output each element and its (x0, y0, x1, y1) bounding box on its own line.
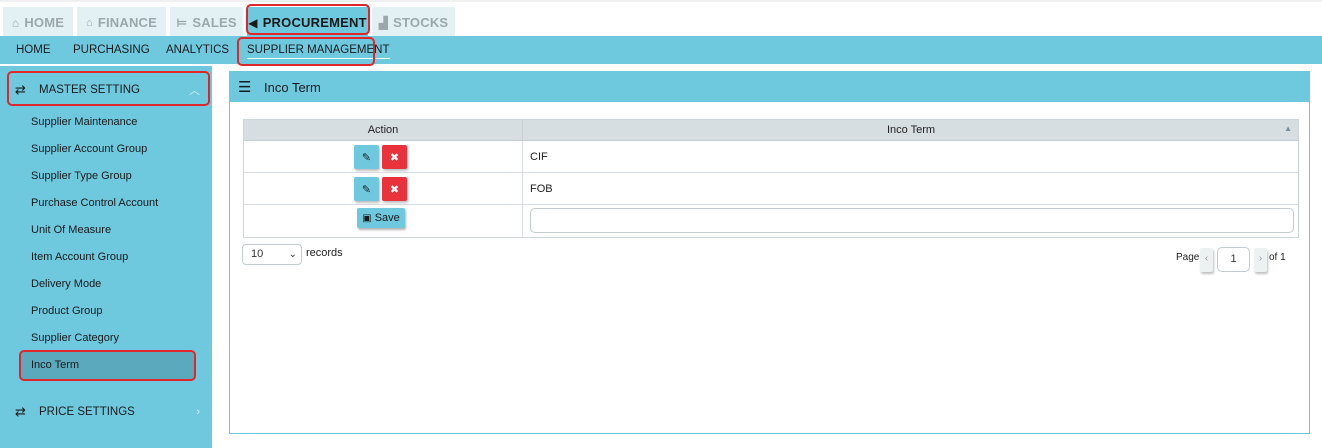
tab-procurement-label: PROCUREMENT (262, 15, 367, 30)
records-label: records (306, 247, 343, 259)
column-header-inco-term[interactable]: Inco Term (524, 120, 1298, 141)
delete-icon: ✖ (389, 183, 400, 196)
edit-button[interactable]: ✎ (354, 145, 379, 169)
page-count-label: of 1 (1269, 252, 1286, 263)
next-page-button[interactable]: › (1254, 248, 1267, 272)
sidebar-item-supplier-account-group[interactable]: Supplier Account Group (20, 136, 195, 163)
subnav-supplier-management-label: SUPPLIER MANAGEMENT (247, 44, 390, 59)
subnav-home[interactable]: HOME (16, 36, 51, 64)
sort-asc-icon[interactable]: ▲ (1284, 124, 1292, 133)
save-button-label: Save (374, 212, 400, 224)
bank-icon: ⌂ (85, 16, 93, 29)
column-header-action: Action (244, 120, 523, 141)
sidebar-item-supplier-type-group[interactable]: Supplier Type Group (20, 163, 195, 190)
chevron-left-icon: ‹ (1204, 253, 1209, 264)
prev-page-button[interactable]: ‹ (1200, 248, 1213, 272)
subnav-analytics[interactable]: ANALYTICS (166, 36, 229, 64)
action-cell: ▣ Save (244, 205, 523, 237)
tab-sales-label: SALES (192, 15, 237, 30)
chart-icon: ▟ (378, 15, 389, 30)
sidebar-price-settings[interactable]: ⇄ PRICE SETTINGS › (0, 394, 212, 430)
table-row: ✎ ✖ CIF (244, 141, 1298, 173)
swap-arrows-icon: ⇄ (15, 82, 26, 97)
sidebar-item-item-account-group[interactable]: Item Account Group (20, 244, 195, 271)
swap-arrows-icon: ⇄ (15, 404, 26, 419)
tab-home-label: HOME (24, 15, 65, 30)
subnav-supplier-management[interactable]: SUPPLIER MANAGEMENT (247, 36, 390, 64)
chevron-right-icon: › (1258, 253, 1263, 264)
menu-icon[interactable]: ☰ (238, 78, 251, 96)
megaphone-icon: ◀ (248, 15, 258, 30)
save-button[interactable]: ▣ Save (357, 208, 405, 228)
home-icon: ⌂ (11, 15, 20, 30)
sidebar-item-supplier-category[interactable]: Supplier Category (20, 325, 195, 352)
subnav-analytics-label: ANALYTICS (166, 44, 230, 56)
sidebar-item-supplier-maintenance[interactable]: Supplier Maintenance (20, 109, 195, 136)
chevron-right-icon: › (196, 406, 200, 418)
table-header: Action Inco Term ▲ (244, 120, 1298, 141)
delete-button[interactable]: ✖ (382, 177, 407, 201)
cart-icon: ⊨ (176, 15, 188, 30)
panel-title: Inco Term (264, 80, 321, 95)
edit-button[interactable]: ✎ (354, 177, 379, 201)
subnav-purchasing[interactable]: PURCHASING (73, 36, 150, 64)
sidebar-price-settings-label: PRICE SETTINGS (39, 406, 135, 418)
floppy-disk-icon: ▣ (362, 212, 372, 224)
edit-icon: ✎ (361, 151, 372, 164)
inco-term-input[interactable] (530, 208, 1294, 233)
page-size-value: 10 (251, 248, 264, 260)
inco-term-cell: FOB (530, 183, 553, 195)
subnav-purchasing-label: PURCHASING (73, 44, 150, 56)
chevron-up-icon: ︿ (189, 85, 200, 97)
sidebar: ⇄ MASTER SETTING ︿ Supplier Maintenance … (0, 66, 212, 448)
tab-sales[interactable]: ⊨ SALES (170, 7, 243, 38)
sidebar-item-purchase-control-account[interactable]: Purchase Control Account (20, 190, 195, 217)
sub-navigation: HOME PURCHASING ANALYTICS SUPPLIER MANAG… (0, 36, 1322, 64)
module-tab-bar: ⌂ HOME ⌂ FINANCE ⊨ SALES ◀ PROCUREMENT ▟… (0, 0, 1322, 38)
new-entry-row: ▣ Save (244, 205, 1298, 237)
table-row: ✎ ✖ FOB (244, 173, 1298, 205)
subnav-home-label: HOME (16, 44, 51, 56)
delete-button[interactable]: ✖ (382, 145, 407, 169)
sidebar-item-product-group[interactable]: Product Group (20, 298, 195, 325)
inco-term-cell: CIF (530, 151, 548, 163)
sidebar-master-setting-label: MASTER SETTING (39, 84, 140, 96)
tab-finance[interactable]: ⌂ FINANCE (77, 7, 166, 38)
inco-term-table: Action Inco Term ▲ ✎ ✖ CIF ✎ ✖ FOB ▣ Sav… (243, 119, 1299, 238)
action-cell: ✎ ✖ (244, 173, 523, 204)
panel-header: ☰ Inco Term (230, 72, 1309, 102)
sidebar-item-unit-of-measure[interactable]: Unit Of Measure (20, 217, 195, 244)
tab-stocks-label: STOCKS (393, 15, 449, 30)
inco-term-panel: ☰ Inco Term Action Inco Term ▲ ✎ ✖ CIF ✎… (229, 71, 1310, 434)
tab-stocks[interactable]: ▟ STOCKS (372, 7, 455, 38)
chevron-down-icon: ⌄ (288, 249, 297, 260)
sidebar-item-delivery-mode[interactable]: Delivery Mode (20, 271, 195, 298)
tab-finance-label: FINANCE (97, 15, 158, 30)
inco-term-input-cell (524, 205, 1298, 237)
page-label: Page (1176, 252, 1200, 263)
tab-home[interactable]: ⌂ HOME (3, 7, 73, 38)
delete-icon: ✖ (389, 151, 400, 164)
page-size-select[interactable]: 10 ⌄ (242, 244, 302, 265)
edit-icon: ✎ (361, 183, 372, 196)
sidebar-master-setting[interactable]: ⇄ MASTER SETTING ︿ (0, 72, 212, 108)
tab-procurement[interactable]: ◀ PROCUREMENT (247, 7, 368, 38)
current-page-input[interactable]: 1 (1217, 247, 1250, 272)
sidebar-item-inco-term[interactable]: Inco Term (20, 352, 195, 379)
action-cell: ✎ ✖ (244, 141, 523, 172)
